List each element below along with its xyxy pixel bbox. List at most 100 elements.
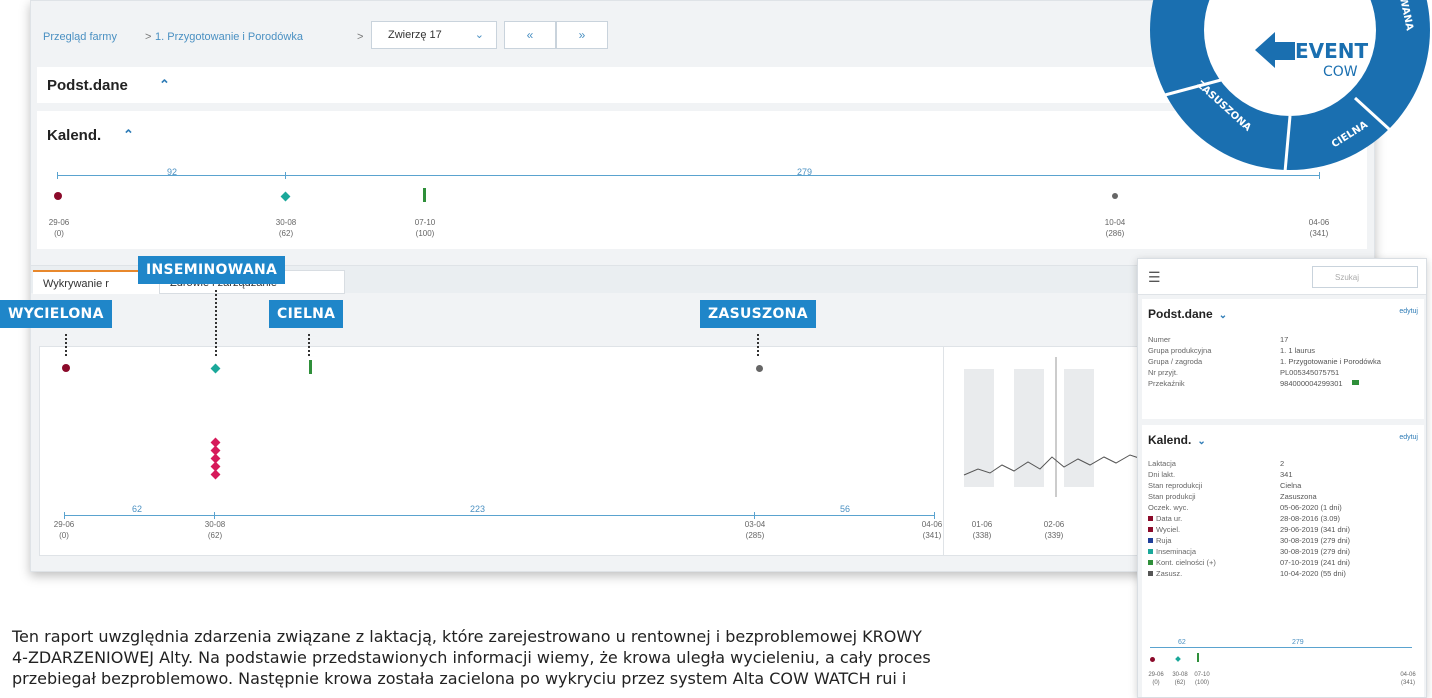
mobile-basic-title[interactable]: Podst.dane ⌄	[1148, 307, 1227, 321]
callout-connector	[215, 290, 217, 356]
kv-key: Laktacja	[1148, 459, 1176, 468]
event-color-swatch	[1148, 516, 1153, 521]
basic-data-title[interactable]: Podst.dane	[47, 77, 128, 94]
event-color-swatch	[1148, 571, 1153, 576]
callout-connector	[308, 334, 310, 356]
kv-key: Kont. cielności (+)	[1148, 558, 1216, 567]
description-line: Ten raport uwzględnia zdarzenia związane…	[12, 627, 922, 646]
kv-value: 2	[1280, 459, 1285, 468]
mobile-header: ☰ Szukaj	[1138, 259, 1426, 295]
dry-off-event-marker[interactable]	[1112, 193, 1118, 199]
chart-date-label: 02-06 (339)	[1043, 520, 1065, 540]
logo-brand-top: EVENT	[1295, 39, 1369, 63]
timeline-date-label: 07-10 (100)	[414, 218, 436, 238]
edit-link[interactable]: edytuj	[1399, 434, 1418, 441]
breadcrumb-group-link[interactable]: 1. Przygotowanie i Porodówka	[155, 31, 303, 43]
timeline-tick	[285, 172, 286, 179]
pregnancy-check-marker[interactable]	[309, 360, 312, 374]
kv-row: Dni lakt. 341	[1148, 470, 1422, 481]
heat-event-marker[interactable]	[210, 469, 221, 480]
kv-key: Data ur.	[1148, 514, 1182, 523]
kv-key: Dni lakt.	[1148, 470, 1176, 479]
animal-select[interactable]: Zwierzę 17 ⌄	[371, 21, 497, 49]
timeline-date-label: 04-06 (341)	[1400, 672, 1416, 686]
inseminated-tag: INSEMINOWANA	[138, 256, 286, 284]
timeline-date-label: 29-06 (0)	[48, 218, 70, 238]
mobile-basic-section: Podst.dane ⌄ edytuj Numer 17 Grupa produkc…	[1142, 299, 1424, 419]
pregnant-tag: CIELNA	[269, 300, 344, 328]
kv-value: 28-08-2016 (3.09)	[1280, 514, 1341, 523]
mobile-calendar-section: Kalend. ⌄ edytuj Laktacja 2 Dni lakt. 341 Sta…	[1142, 425, 1424, 697]
chevron-down-icon: ⌄	[474, 29, 484, 41]
timeline-date-label: 04-06 (341)	[1308, 218, 1330, 238]
kv-value: 05-06-2020 (1 dni)	[1280, 503, 1342, 512]
edit-link[interactable]: edytuj	[1399, 308, 1418, 315]
timeline-date-label: 03-04 (285)	[744, 520, 766, 540]
kv-row: Grupa produkcyjna 1. 1 laurus	[1148, 346, 1316, 355]
kv-key: Ruja	[1148, 536, 1171, 545]
kv-row: Grupa / zagroda 1. Przygotowanie i Porodó…	[1148, 357, 1381, 366]
segment-days-label: 223	[470, 504, 486, 514]
dry-off-event-marker[interactable]	[756, 365, 763, 372]
events-timeline-axis	[64, 515, 934, 516]
kv-key: Inseminacja	[1148, 547, 1196, 556]
insemination-event-marker[interactable]	[280, 191, 291, 202]
kv-row: Numer 17	[1148, 335, 1289, 344]
logo-brand-bottom: COW	[1323, 64, 1358, 80]
menu-icon[interactable]: ☰	[1148, 269, 1161, 286]
previous-animal-button[interactable]: «	[504, 21, 556, 49]
timeline-date-label: 29-06 (0)	[53, 520, 75, 540]
calving-event-marker[interactable]	[54, 192, 62, 200]
kv-value: 10-04-2020 (55 dni)	[1280, 569, 1346, 578]
breadcrumb-separator: >	[357, 31, 364, 43]
pregnancy-check-marker[interactable]	[1197, 653, 1199, 662]
calved-tag: WYCIELONA	[0, 300, 112, 328]
chart-date-label: 01-06 (338)	[971, 520, 993, 540]
kv-row: Przekaźnik 984000004299301	[1148, 379, 1422, 390]
animal-select-value: Zwierzę 17	[388, 29, 442, 41]
kv-row: Oczek. wyc. 05-06-2020 (1 dni)	[1148, 503, 1422, 514]
timeline-date-label: 10-04 (286)	[1104, 218, 1126, 238]
segment-days-label: 279	[797, 167, 813, 177]
kv-row: Inseminacja 30-08-2019 (279 dni)	[1148, 547, 1422, 558]
kv-row: Laktacja 2	[1148, 459, 1422, 470]
kv-value: Zasuszona	[1280, 492, 1317, 501]
description-line: przebiegał bezproblemowo. Następnie krow…	[12, 669, 907, 688]
timeline-date-label: 30-08 (62)	[204, 520, 226, 540]
event-color-swatch	[1148, 527, 1153, 532]
kv-row: Wyciel. 29-06-2019 (341 dni)	[1148, 525, 1422, 536]
pregnancy-check-marker[interactable]	[423, 188, 426, 202]
insemination-event-marker[interactable]	[1175, 656, 1181, 662]
callout-connector	[757, 334, 759, 356]
chevron-up-icon[interactable]: ⌃	[159, 77, 170, 93]
mini-timeline-axis	[1150, 647, 1412, 648]
calving-event-marker[interactable]	[1150, 657, 1155, 662]
breadcrumb-farm-link[interactable]: Przegląd farmy	[43, 31, 117, 43]
calendar-timeline-axis	[57, 175, 1319, 176]
segment-days-label: 92	[167, 167, 178, 177]
calendar-title[interactable]: Kalend.	[47, 127, 101, 144]
mobile-preview-panel: ☰ Szukaj Podst.dane ⌄ edytuj Numer 17 Grup…	[1137, 258, 1427, 698]
chart-band	[1014, 369, 1044, 487]
timeline-tick	[64, 512, 65, 519]
calving-event-marker[interactable]	[62, 364, 70, 372]
segment-days-label: 56	[840, 504, 851, 514]
kv-key: Zasusz.	[1148, 569, 1182, 578]
next-animal-button[interactable]: »	[556, 21, 608, 49]
activity-chart-svg	[963, 357, 1143, 497]
timeline-tick	[214, 512, 215, 519]
chart-band	[1064, 369, 1094, 487]
chevron-up-icon[interactable]: ⌃	[123, 127, 134, 143]
mobile-calendar-title[interactable]: Kalend. ⌄	[1148, 433, 1206, 447]
search-input[interactable]: Szukaj	[1312, 266, 1418, 288]
kv-row: Stan produkcji Zasuszona	[1148, 492, 1422, 503]
kv-value: 30-08-2019 (279 dni)	[1280, 547, 1351, 556]
description-line: 4-ZDARZENIOWEJ Alty. Na podstawie przeds…	[12, 648, 931, 667]
kv-row: Zasusz. 10-04-2020 (55 dni)	[1148, 569, 1422, 580]
chevron-down-icon: ⌄	[1218, 310, 1228, 321]
insemination-event-marker[interactable]	[210, 363, 221, 374]
timeline-date-label: 30-08 (62)	[275, 218, 297, 238]
kv-value: 07-10-2019 (241 dni)	[1280, 558, 1351, 567]
events-plot: 62 223 56 29-06 (0) 30-08 (62) 03-04 (285) …	[39, 346, 965, 556]
signal-icon	[1352, 380, 1359, 385]
